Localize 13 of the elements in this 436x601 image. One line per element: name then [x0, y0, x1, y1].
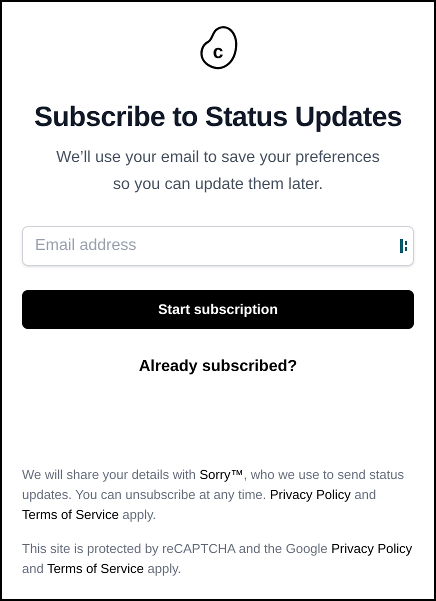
subtitle: We’ll use your email to save your preferences so you can update them later. [55, 148, 381, 195]
already-subscribed-link[interactable]: Already subscribed? [138, 355, 298, 379]
footer-link[interactable]: Sorry™ [200, 467, 244, 482]
email-field[interactable]: Email address [22, 226, 414, 266]
page-title: Subscribe to Status Updates [33, 100, 403, 134]
footer-link[interactable]: Privacy Policy [270, 487, 351, 502]
footer-link[interactable]: Terms of Service [22, 507, 119, 522]
footer-note: We will share your details with Sorry™, who we use to send status updates. You can unsubscribe at any time. Privacy Policy and Terms of Service apply. [22, 466, 405, 524]
footer-note: This site is protected by reCAPTCHA and the Google Privacy Policy and Terms of Service apply. [22, 540, 414, 578]
footer-link[interactable]: Terms of Service [47, 561, 144, 576]
password-manager-icon[interactable] [400, 239, 410, 253]
footer-link[interactable]: Privacy Policy [331, 541, 412, 556]
start-subscription-button[interactable]: Start subscription [22, 290, 414, 329]
